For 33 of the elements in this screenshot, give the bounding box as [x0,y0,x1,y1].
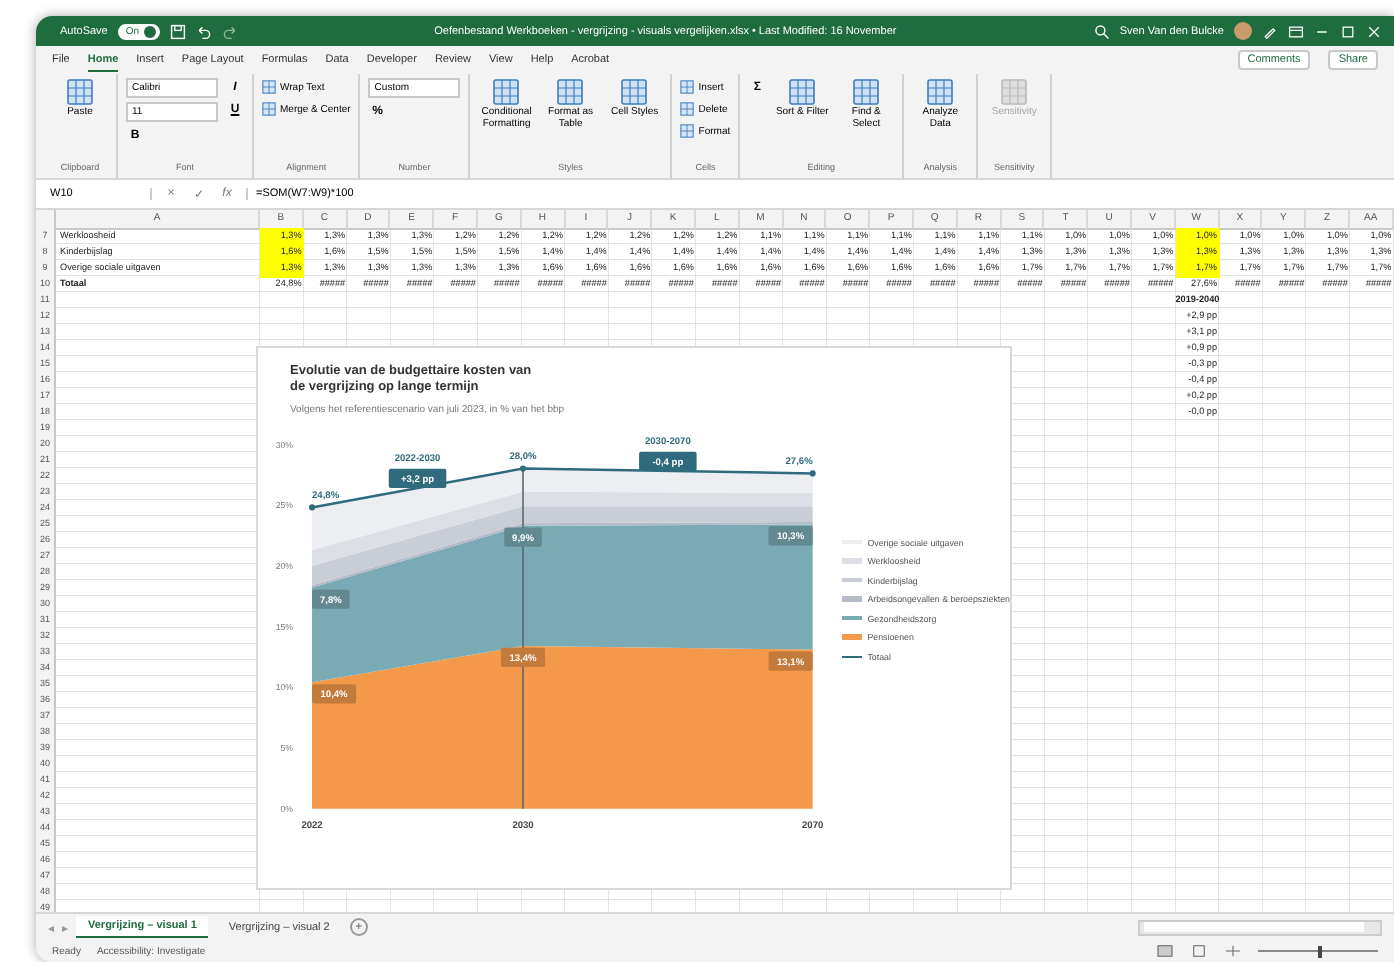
pen-icon[interactable] [1262,23,1278,39]
undo-icon[interactable] [195,23,212,39]
avatar-icon[interactable] [1234,22,1252,40]
grid-icon [492,78,521,106]
ribbon-display-icon[interactable] [1288,23,1304,39]
legend-swatch [841,634,862,640]
page-layout-icon[interactable] [1190,944,1208,958]
redo-icon[interactable] [221,23,238,39]
grid-icon [680,102,695,116]
grid-icon [680,80,695,94]
maximize-icon[interactable] [1340,23,1356,39]
grid-icon [680,124,695,138]
horizontal-scrollbar[interactable] [1138,919,1382,935]
legend-swatch [841,615,862,621]
normal-view-icon[interactable] [1156,944,1174,958]
legend-swatch [841,558,862,564]
grid-icon [556,78,585,106]
grid-icon [852,78,881,106]
grid-icon [66,78,94,106]
grid-icon [262,80,276,94]
grid-icon [262,102,276,116]
grid-icon [788,78,817,106]
data-point [809,469,816,476]
search-icon[interactable] [1093,23,1110,39]
legend-swatch [841,596,862,602]
chart-area[interactable] [256,346,1012,890]
legend-swatch [841,577,862,583]
save-icon[interactable] [169,23,186,39]
close-icon[interactable] [1366,23,1382,39]
data-point [519,464,527,471]
grid-icon [926,78,955,106]
grid-icon [620,78,649,106]
data-point [308,503,316,510]
